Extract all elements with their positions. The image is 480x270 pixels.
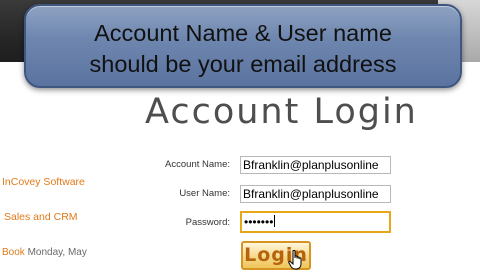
user-name-value: Bfranklin@planplusonline xyxy=(243,187,379,201)
password-mask: ••••••• xyxy=(244,215,274,229)
user-name-input[interactable]: Bfranklin@planplusonline xyxy=(240,185,391,203)
sidebar-link-software[interactable]: InCovey Software xyxy=(2,176,85,188)
callout-line-2: should be your email address xyxy=(89,51,397,77)
callout-line-1: Account Name & User name xyxy=(94,20,392,46)
password-label: Password: xyxy=(185,217,230,228)
sidebar-date-text: Monday, May xyxy=(27,247,87,258)
account-name-value: Bfranklin@planplusonline xyxy=(243,158,379,172)
sidebar-book-date: Book Monday, May xyxy=(2,247,87,258)
hand-pointer-icon xyxy=(288,250,302,270)
tutorial-callout: Account Name & User name should be your … xyxy=(24,4,462,88)
page-title: Account Login xyxy=(145,92,418,132)
account-name-input[interactable]: Bfranklin@planplusonline xyxy=(240,156,391,174)
sidebar-link-crm[interactable]: Sales and CRM xyxy=(4,211,78,223)
user-name-label: User Name: xyxy=(179,188,230,199)
text-caret xyxy=(274,215,276,227)
sidebar-book-link[interactable]: Book xyxy=(2,247,25,258)
account-name-label: Account Name: xyxy=(165,159,230,170)
password-input[interactable]: ••••••• xyxy=(240,211,391,233)
